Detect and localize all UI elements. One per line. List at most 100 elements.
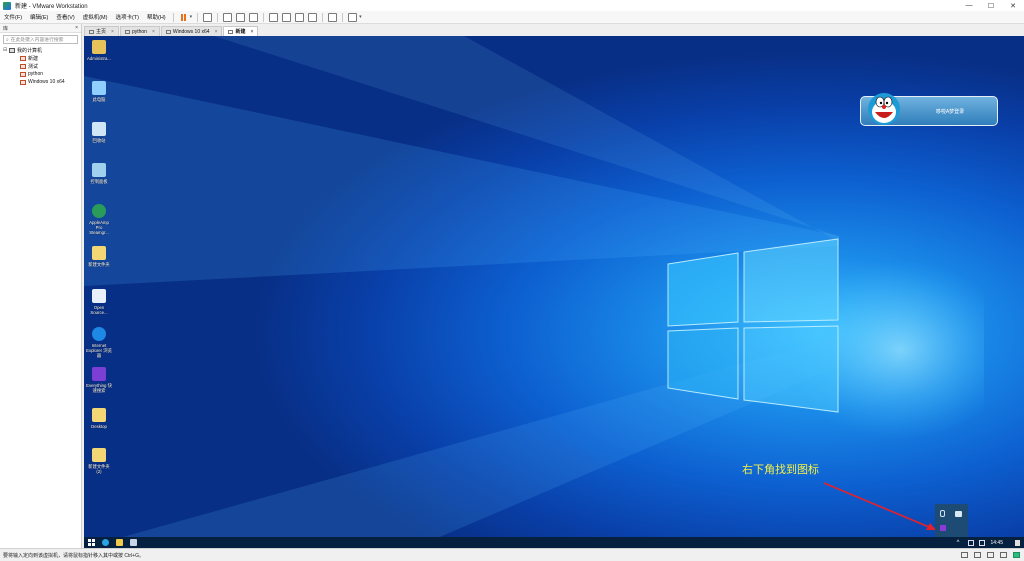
vm-icon: [228, 29, 234, 34]
menu-help[interactable]: 帮助(H): [143, 13, 170, 21]
snapshot-icon[interactable]: [223, 12, 233, 22]
edge-icon[interactable]: [102, 539, 109, 546]
desktop-icon-label: Open Source...: [90, 305, 108, 315]
desktop-icon[interactable]: 此电脑: [86, 81, 112, 102]
menu-view[interactable]: 查看(V): [52, 13, 78, 21]
network-adapter-icon[interactable]: [974, 552, 981, 558]
tab-label: Windows 10 x64: [172, 28, 210, 35]
desktop-icon-label: 回收站: [92, 138, 106, 143]
desktop-icon[interactable]: 新建文件夹: [86, 246, 112, 267]
menu-file[interactable]: 文件(F): [0, 13, 26, 21]
maximize-button[interactable]: ☐: [980, 0, 1002, 11]
desktop-icon[interactable]: 新建文件夹 (2): [86, 448, 112, 474]
network-app-icon[interactable]: [955, 511, 962, 517]
close-tab-icon[interactable]: ×: [152, 29, 155, 35]
desktop-icon[interactable]: 控制面板: [86, 163, 112, 184]
doraemon-avatar-icon: [868, 93, 900, 125]
library-search-input[interactable]: ⌕ 在此处键入内容进行搜索: [3, 35, 78, 44]
desktop-icon[interactable]: Desktop: [86, 408, 112, 429]
close-tab-icon[interactable]: ×: [251, 29, 254, 35]
toolbar-divider: [263, 12, 265, 22]
tree-item-label: Windows 10 x64: [28, 79, 65, 85]
desktop-icon[interactable]: 回收站: [86, 122, 112, 143]
status-message: 要将输入定向到该虚拟机，请将鼠标指针移入其中或按 Ctrl+G。: [3, 552, 144, 559]
login-notification[interactable]: 哆啦A梦登录: [860, 93, 998, 126]
show-library-icon[interactable]: [269, 12, 279, 22]
desktop-icon[interactable]: AppleAmp Pro Steamgr...: [86, 204, 112, 235]
desktop-icon[interactable]: Everything 快速搜索: [86, 367, 112, 393]
desktop-icon-label: 新建文件夹 (2): [88, 464, 110, 474]
close-icon[interactable]: ×: [75, 25, 81, 31]
tab-new[interactable]: 新建 ×: [223, 26, 259, 36]
hard-disk-icon[interactable]: [961, 552, 968, 558]
mail-icon: [92, 289, 106, 303]
close-tab-icon[interactable]: ×: [111, 29, 114, 35]
printer-icon[interactable]: [987, 552, 994, 558]
tree-item-vm[interactable]: 测试: [0, 62, 81, 70]
desktop-icon-label: 此电脑: [92, 97, 106, 102]
tree-item-vm[interactable]: python: [0, 70, 81, 78]
menu-vm[interactable]: 虚拟机(M): [79, 13, 112, 21]
ie-icon: [92, 327, 106, 341]
tab-label: 主页: [96, 29, 107, 35]
library-title: 库: [3, 25, 9, 32]
tab-home[interactable]: 主页 ×: [84, 26, 119, 36]
app-tray-icon[interactable]: [940, 525, 946, 531]
folder-icon: [92, 408, 106, 422]
unity-icon[interactable]: [308, 12, 318, 22]
menu-tabs[interactable]: 选项卡(T): [111, 13, 143, 21]
windows-start-icon[interactable]: [88, 539, 95, 546]
display-icon[interactable]: [1000, 552, 1007, 558]
pause-icon[interactable]: [179, 13, 188, 22]
app-icon[interactable]: [130, 539, 137, 546]
thumbnail-bar-icon[interactable]: [282, 12, 292, 22]
network-icon[interactable]: [968, 539, 975, 546]
vm-icon: [165, 29, 171, 34]
file-explorer-icon[interactable]: [116, 539, 123, 546]
snapshot-manager-icon[interactable]: [249, 12, 259, 22]
volume-icon[interactable]: [979, 539, 986, 546]
this-pc-icon: [92, 81, 106, 95]
tab-label: python: [131, 28, 147, 35]
tree-item-my-computer[interactable]: ⊟ 我的计算机: [0, 46, 81, 54]
annotation-arrow: [823, 482, 937, 531]
home-icon: [89, 29, 94, 34]
close-button[interactable]: ✕: [1002, 0, 1024, 11]
desktop-icon[interactable]: Open Source...: [86, 289, 112, 315]
full-screen-icon[interactable]: [295, 12, 305, 22]
folder-icon: [92, 246, 106, 260]
vm-icon: [20, 63, 26, 69]
vmware-logo-icon: [3, 1, 11, 10]
revert-snapshot-icon[interactable]: [236, 12, 246, 22]
vm-screen[interactable]: Administra... 此电脑 回收站 控制面板 AppleAmp Pro …: [84, 36, 1024, 548]
chevron-down-icon[interactable]: ▾: [359, 14, 362, 20]
usb-icon[interactable]: [940, 510, 945, 517]
toolbar-divider: [172, 12, 174, 22]
vm-icon: [20, 55, 26, 61]
vm-tree: ⊟ 我的计算机 新建 测试 python Windows 10 x64: [0, 46, 81, 86]
tree-item-vm[interactable]: Windows 10 x64: [0, 78, 81, 86]
search-placeholder: 在此处键入内容进行搜索: [10, 38, 64, 43]
vmware-tools-icon[interactable]: [1013, 552, 1020, 558]
tree-item-vm[interactable]: 新建: [0, 54, 81, 62]
desktop-icon[interactable]: Administra...: [86, 40, 112, 61]
console-view-icon[interactable]: [328, 12, 338, 22]
toolbar-divider: [342, 12, 344, 22]
taskbar: ^ 14:45: [84, 537, 1024, 548]
close-tab-icon[interactable]: ×: [215, 29, 218, 35]
show-hidden-icons-button[interactable]: ^: [957, 540, 960, 546]
tab-python[interactable]: python ×: [119, 26, 160, 36]
toolbar-divider: [197, 12, 199, 22]
send-ctrl-alt-del-icon[interactable]: [203, 12, 213, 22]
chevron-down-icon[interactable]: ▾: [190, 14, 193, 20]
taskbar-clock[interactable]: 14:45: [990, 540, 1003, 546]
control-panel-icon: [92, 163, 106, 177]
desktop-icon-label: 控制面板: [90, 179, 108, 184]
menu-edit[interactable]: 编辑(E): [26, 13, 52, 21]
stretch-guest-icon[interactable]: [348, 12, 358, 22]
notification-icon[interactable]: [1015, 539, 1020, 546]
desktop-icon-label: 新建文件夹: [88, 262, 110, 267]
minimize-button[interactable]: —: [958, 0, 980, 11]
tab-windows-10[interactable]: Windows 10 x64 ×: [160, 26, 223, 36]
desktop-icon[interactable]: Internet Explorer 浏览器: [86, 327, 112, 358]
